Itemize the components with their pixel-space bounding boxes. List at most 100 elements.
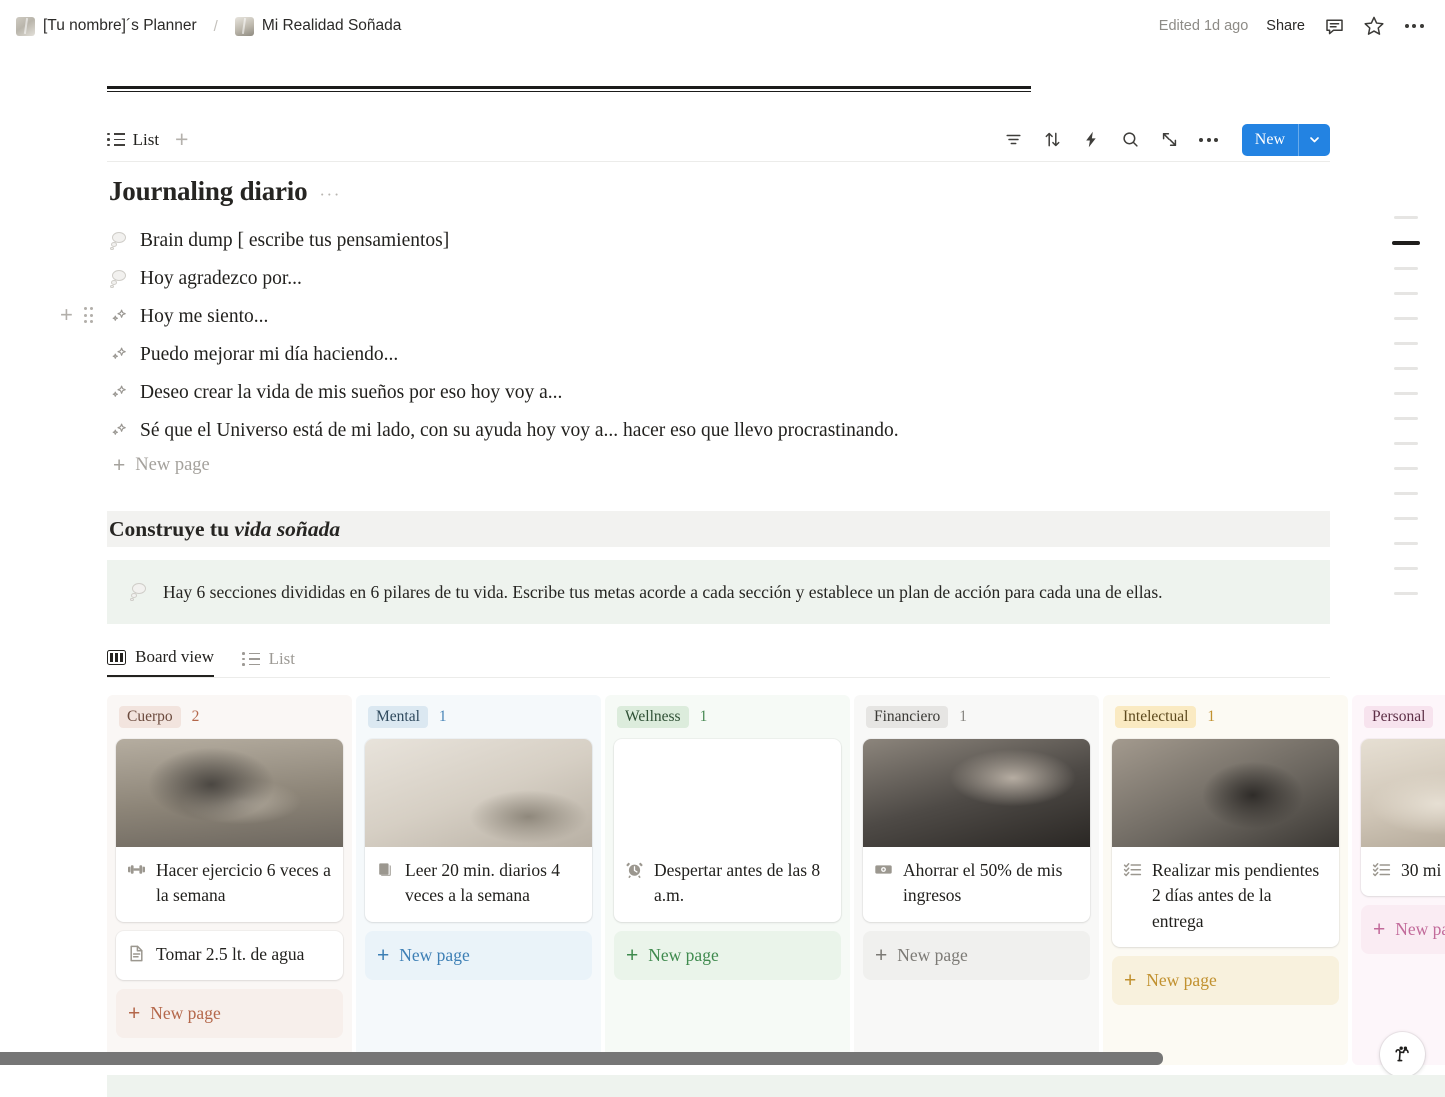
toc-dash[interactable] [1394,367,1418,370]
board-card[interactable]: 30 mi al día [1361,739,1445,897]
toc-dash[interactable] [1394,467,1418,470]
card-thumbnail [365,739,592,847]
journaling-row-label: Deseo crear la vida de mis sueños por es… [140,382,563,403]
tab-list-view[interactable]: List [241,649,295,677]
plus-icon: + [128,1002,141,1026]
planner-page-icon [16,16,35,36]
board-card[interactable]: Hacer ejercicio 6 veces a la semana [116,739,343,922]
drag-handle-icon[interactable] [83,307,94,323]
section-heading-italic: vida soñada [234,516,341,541]
toc-dash[interactable] [1394,267,1418,270]
board-card[interactable]: Tomar 2.5 lt. de agua [116,930,343,981]
column-tag[interactable]: Personal [1364,705,1434,729]
sparkles-icon [109,383,129,403]
money-icon [874,860,893,879]
toc-dash[interactable] [1394,592,1418,595]
star-icon[interactable] [1363,15,1385,37]
automation-icon[interactable] [1081,129,1103,151]
board-column-cuerpo: Cuerpo 2 Hacer ejercicio 6 veces a la sema… [107,695,352,1065]
next-section-preview [107,1075,1445,1097]
toc-dash[interactable] [1394,542,1418,545]
header-divider [107,86,1031,92]
expand-icon[interactable] [1159,129,1181,151]
toc-dash[interactable] [1394,417,1418,420]
thought-bubble-icon [109,231,129,251]
column-new-page-button[interactable]: + New page [863,930,1090,980]
search-icon[interactable] [1120,129,1142,151]
add-block-icon[interactable]: + [60,304,73,326]
plus-icon: + [875,943,888,967]
toc-dash[interactable] [1394,292,1418,295]
filter-icon[interactable] [1003,129,1025,151]
column-header: Wellness 1 [614,704,841,730]
card-thumbnail [863,739,1090,847]
column-new-page-button[interactable]: + New page [116,989,343,1039]
journaling-row[interactable]: Hoy agradezco por... [109,264,302,294]
card-thumbnail [1361,739,1445,847]
thought-bubble-icon [109,269,129,289]
column-new-page-button[interactable]: + New page [365,930,592,980]
column-tag[interactable]: Cuerpo [119,705,181,729]
journaling-new-page-button[interactable]: + New page [113,455,210,476]
toc-dash[interactable] [1394,216,1418,219]
journaling-row[interactable]: Hoy me siento... [109,302,268,332]
toc-dash[interactable] [1394,492,1418,495]
card-thumbnail [1112,739,1339,847]
column-tag[interactable]: Mental [368,705,428,729]
breadcrumb-current[interactable]: Mi Realidad Soñada [262,17,402,35]
table-of-contents-scroll-indicator[interactable] [1389,205,1423,606]
column-new-page-button[interactable]: + New page [1112,956,1339,1006]
journaling-row[interactable]: Brain dump [ escribe tus pensamientos] [109,226,449,256]
thought-bubble-icon [129,582,149,602]
breadcrumb-parent[interactable]: [Tu nombre]´s Planner [43,17,197,35]
sparkles-icon [109,421,129,441]
share-button[interactable]: Share [1266,18,1305,34]
toc-dash[interactable] [1394,342,1418,345]
card-title: Despertar antes de las 8 a.m. [654,860,821,906]
last-edited-label: Edited 1d ago [1158,18,1249,34]
ai-assistant-icon[interactable] [1380,1032,1425,1077]
toc-dash[interactable] [1392,241,1420,245]
card-title: Tomar 2.5 lt. de agua [156,943,305,964]
board-card[interactable]: Realizar mis pendientes 2 días antes de … [1112,739,1339,948]
board-card[interactable]: Despertar antes de las 8 a.m. [614,739,841,922]
horizontal-scrollbar[interactable] [0,1052,1163,1065]
sort-icon[interactable] [1042,129,1064,151]
board-card[interactable]: Leer 20 min. diarios 4 veces a la semana [365,739,592,922]
journaling-row[interactable]: Puedo mejorar mi día haciendo... [109,340,398,370]
toc-dash[interactable] [1394,317,1418,320]
journaling-more-icon[interactable]: ··· [319,185,340,205]
toc-dash[interactable] [1394,517,1418,520]
view-tab-list[interactable]: List [107,130,159,150]
card-thumbnail [116,739,343,847]
column-tag[interactable]: Financiero [866,705,949,729]
chevron-down-icon[interactable] [1299,124,1330,156]
column-tag[interactable]: Wellness [617,705,689,729]
column-tag[interactable]: Intelectual [1115,705,1197,729]
new-button[interactable]: New [1241,123,1330,156]
column-new-page-button[interactable]: + New page [614,930,841,980]
toc-dash[interactable] [1394,442,1418,445]
column-count: 1 [1207,708,1216,725]
column-new-page-button[interactable]: + New page [1361,905,1445,955]
more-icon[interactable] [1198,129,1220,151]
tab-board-view[interactable]: Board view [107,647,214,677]
card-title: 30 mi al día [1401,860,1445,880]
toc-dash[interactable] [1394,567,1418,570]
board-column-wellness: Wellness 1 Despertar antes de las 8 a.m. + N… [605,695,850,1065]
toc-dash[interactable] [1394,392,1418,395]
new-page-label: New page [1395,919,1445,940]
new-page-label: New page [897,944,968,965]
board-card[interactable]: Ahorrar el 50% de mis ingresos [863,739,1090,922]
more-options-icon[interactable] [1403,15,1425,37]
journaling-row[interactable]: Sé que el Universo está de mi lado, con … [109,416,899,446]
section-heading-text: Construye tu vida soñada [109,517,340,542]
books-icon [376,860,395,879]
journaling-row[interactable]: Deseo crear la vida de mis sueños por es… [109,378,562,408]
kanban-board: Cuerpo 2 Hacer ejercicio 6 veces a la sema… [107,695,1445,1065]
journaling-row-label: Brain dump [ escribe tus pensamientos] [140,230,450,251]
plus-icon: + [113,454,126,477]
comment-icon[interactable] [1323,15,1345,37]
add-view-button[interactable]: + [175,128,188,151]
new-page-label: New page [1146,970,1217,991]
